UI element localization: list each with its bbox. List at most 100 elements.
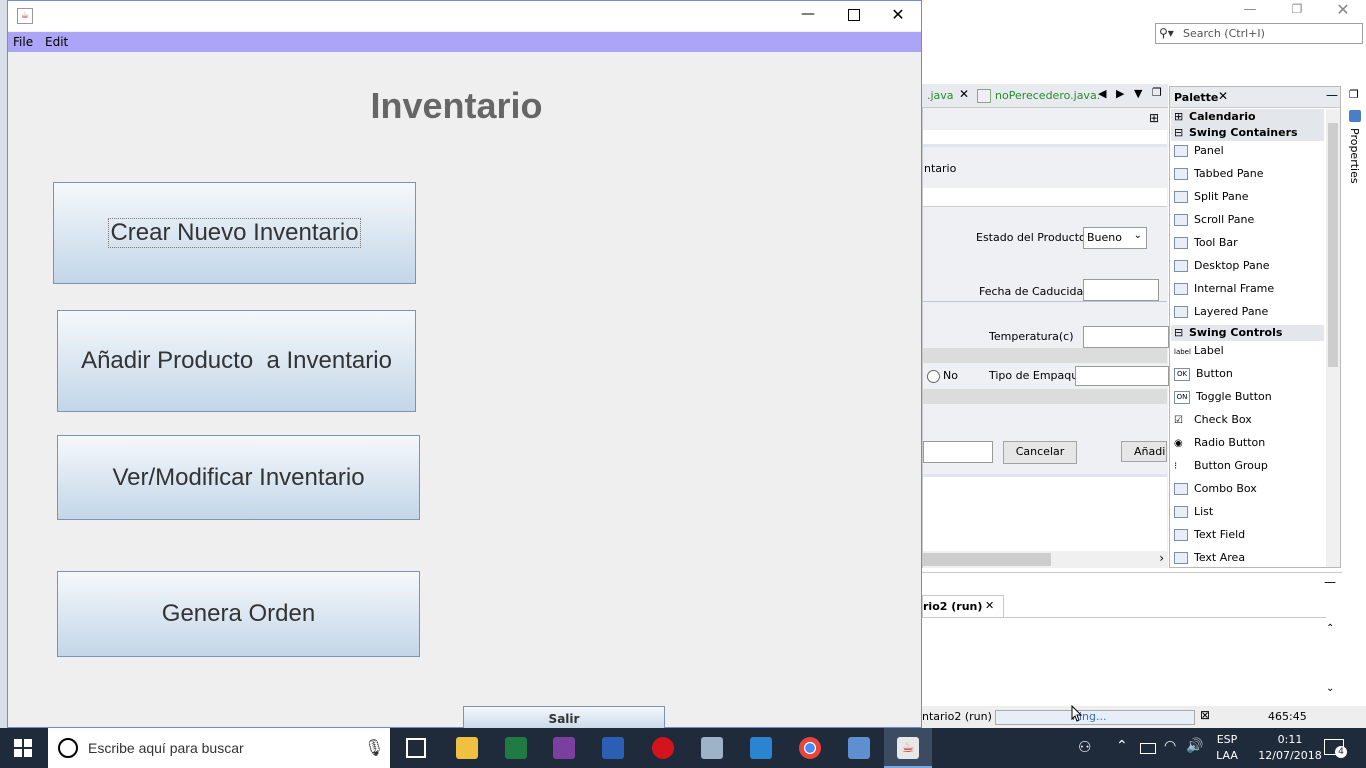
cancelar-button[interactable]: Cancelar [1003,441,1077,464]
app-title-bar[interactable]: ☕ — ✕ [8,1,921,31]
genera-orden-button[interactable]: Genera Orden [57,571,420,657]
palette-item-check-box[interactable]: ☑ Check Box [1174,409,1252,431]
output-tab-close-icon[interactable]: ✕ [985,599,994,612]
genera-button-label: Genera Orden [161,600,316,627]
temperatura-field[interactable] [1083,326,1169,348]
action-center-icon[interactable]: 4 [1324,739,1347,758]
palette-close-icon[interactable]: ✕ [1218,89,1228,103]
crear-nuevo-inventario-button[interactable]: Crear Nuevo Inventario [53,182,416,284]
outlook-icon[interactable] [750,737,772,759]
scrollbar-thumb[interactable] [923,553,1051,566]
palette-item-label[interactable]: label Label [1174,340,1224,362]
ide-close-icon[interactable]: ✕ [1333,0,1353,20]
excel-icon[interactable] [505,737,527,759]
onenote-icon[interactable] [553,737,575,759]
empaque-field[interactable] [1075,366,1169,386]
file-icon [977,89,991,103]
virtualbox-icon[interactable] [848,737,870,759]
status-run-label: ntario2 (run) [922,710,992,723]
tab-list-icon[interactable]: ▼ [1134,87,1142,100]
palette-item-tool-bar[interactable]: Tool Bar [1174,232,1238,254]
tab-scroll-left-icon[interactable]: ◀ [1098,87,1106,100]
output-tab[interactable]: rio2 (run) ✕ [922,595,1004,618]
palette-title: Palette [1174,91,1219,104]
palette-category-calendario[interactable]: ⊞ Calendario [1171,109,1324,125]
palette-item-desktop-pane[interactable]: Desktop Pane [1174,255,1269,277]
palette-category-swing-containers[interactable]: ⊟ Swing Containers [1171,125,1324,141]
palette-item-panel[interactable]: Panel [1174,140,1224,162]
opera-icon[interactable] [652,737,674,759]
palette-item-text-field[interactable]: Text Field [1174,524,1245,546]
microphone-icon[interactable]: 🎙 [364,738,384,757]
palette-item-button-group[interactable]: ⁝ Button Group [1174,455,1268,477]
calculator-icon[interactable] [701,737,723,759]
volume-icon[interactable]: 🔊 [1186,738,1203,754]
properties-side-tab[interactable]: ❐ Properties [1346,88,1364,188]
palette-item-toggle-button[interactable]: ON Toggle Button [1174,386,1272,408]
ver-modificar-inventario-button[interactable]: Ver/Modificar Inventario [57,435,420,520]
palette-item-text-area[interactable]: Text Area [1174,547,1245,569]
palette-scrollbar[interactable] [1326,109,1340,567]
partial-text-field[interactable] [923,441,993,463]
word-icon[interactable] [602,737,624,759]
estado-label: Estado del Producto [976,231,1086,244]
palette-item-list[interactable]: List [1174,501,1213,523]
output-tab-label: rio2 (run) [923,600,983,613]
ide-search-box[interactable]: ⚲▾ Search (Ctrl+I) [1155,23,1363,44]
palette-item-radio-button[interactable]: ◉ Radio Button [1174,432,1265,454]
palette-item-combo-box[interactable]: Combo Box [1174,478,1257,500]
crear-button-label: Crear Nuevo Inventario [108,218,361,248]
radio-no[interactable] [927,370,940,383]
tab-maximize-icon[interactable]: ❐ [1152,86,1162,99]
palette-item-internal-frame[interactable]: Internal Frame [1174,278,1274,300]
java-taskbar-item[interactable]: ☕ [884,728,932,768]
restore-icon[interactable]: ❐ [1349,88,1359,101]
battery-icon[interactable] [1140,743,1156,754]
ide-restore-icon[interactable]: ❐ [1287,2,1307,18]
palette-category-swing-controls[interactable]: ⊟ Swing Controls [1171,325,1324,341]
scroll-right-icon[interactable]: › [1159,551,1164,565]
output-scroll-up-icon[interactable]: ⌃ [1326,623,1334,634]
fecha-field[interactable] [1083,279,1159,301]
palette-item-tabbed-pane[interactable]: Tabbed Pane [1174,163,1263,185]
menu-edit[interactable]: Edit [45,35,68,49]
windows-start-icon[interactable] [14,739,32,757]
palette-item-split-pane[interactable]: Split Pane [1174,186,1249,208]
chrome-icon[interactable] [799,737,821,759]
palette-item-label: Toggle Button [1196,390,1272,403]
people-icon[interactable]: ⚇ [1078,738,1091,756]
tab-java[interactable]: .java [927,89,954,102]
palette-scrollbar-thumb[interactable] [1328,123,1338,367]
tab-java-close-icon[interactable]: ✕ [959,87,969,101]
properties-label: Properties [1348,128,1361,184]
close-icon[interactable]: ✕ [888,5,908,24]
palette-item-button[interactable]: OK Button [1174,363,1233,385]
menu-file[interactable]: File [13,35,33,49]
language-indicator[interactable]: ESP LAA [1212,732,1242,764]
output-minimize-icon[interactable]: — [1324,575,1336,589]
status-progress-bar[interactable]: ning... [995,710,1195,725]
tab-scroll-right-icon[interactable]: ▶ [1116,87,1124,100]
wifi-icon[interactable]: ◠ [1164,738,1176,754]
file-explorer-icon[interactable] [456,737,478,759]
horizontal-scrollbar[interactable]: › [923,551,1167,568]
palette-item-layered-pane[interactable]: Layered Pane [1174,301,1268,323]
estado-combo[interactable]: Bueno ⌄ [1083,227,1147,249]
palette-item-scroll-pane[interactable]: Scroll Pane [1174,209,1254,231]
ver-button-label: Ver/Modificar Inventario [112,463,365,491]
minimize-icon[interactable]: — [798,6,818,22]
designer-toolbar-icon[interactable]: ⊞ [1149,111,1159,125]
chevron-up-icon[interactable]: ⌃ [1116,738,1128,754]
ide-minimize-icon[interactable]: — [1240,2,1260,18]
anadir-producto-button[interactable]: Añadir Producto a Inventario [57,310,416,412]
taskbar-search-text: Escribe aquí para buscar [88,740,244,756]
palette-item-label: Button Group [1194,459,1268,472]
palette-minimize-icon[interactable]: — [1326,88,1338,102]
output-scroll-down-icon[interactable]: ⌄ [1326,683,1334,694]
task-view-icon[interactable] [406,738,426,758]
tab-no-perecedero[interactable]: noPerecedero.java. [995,89,1100,102]
anadir-button[interactable]: Añadi [1121,441,1167,462]
maximize-icon[interactable] [844,6,864,26]
taskbar-search-box[interactable]: Escribe aquí para buscar 🎙 [48,728,390,768]
clock[interactable]: 0:11 12/07/2018 [1250,732,1330,764]
